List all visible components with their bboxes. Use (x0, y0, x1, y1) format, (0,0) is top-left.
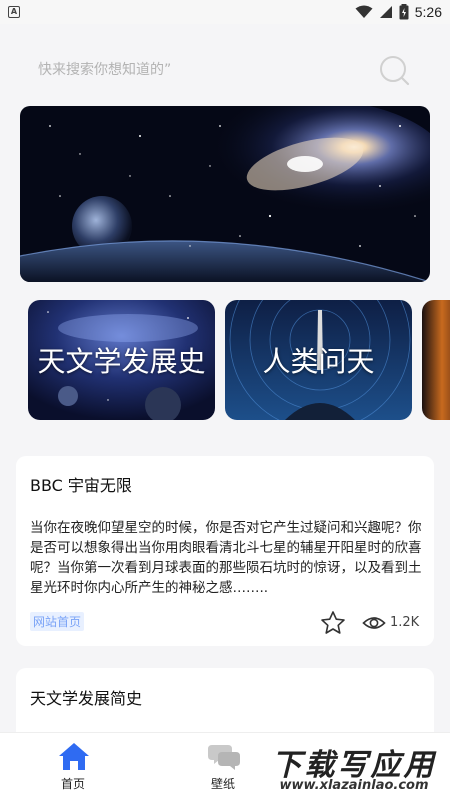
home-icon (59, 743, 89, 770)
search-icon[interactable] (378, 54, 410, 86)
nav-item-wallpaper[interactable]: 壁纸 (178, 733, 268, 800)
nav-label: 首页 (60, 777, 85, 791)
eye-icon (362, 617, 386, 629)
search-input[interactable] (38, 58, 338, 82)
article-title: BBC 宇宙无限 (30, 476, 132, 495)
status-bar: A 5:26 (0, 0, 450, 24)
source-tag[interactable]: 网站首页 (30, 612, 85, 631)
status-icons: 5:26 (355, 3, 442, 21)
nav-label: 壁纸 (210, 777, 235, 791)
wifi-icon (355, 5, 373, 18)
article-title: 天文学发展简史 (30, 689, 143, 708)
app-notification-icon: A (8, 6, 20, 18)
category-carousel[interactable]: 天文学发展史 人类问天 (28, 300, 450, 422)
watermark-logo: 下载写应用 www.xlazainlao.com (262, 738, 446, 800)
battery-icon (399, 4, 409, 20)
category-card-human-space[interactable]: 人类问天 (225, 300, 412, 420)
article-card[interactable]: BBC 宇宙无限 当你在夜晚仰望星空的时候，你是否对它产生过疑问和兴趣呢？你是否… (16, 456, 434, 646)
view-count: 1.2K (390, 615, 420, 630)
banner-galaxy-image[interactable] (20, 106, 430, 282)
category-card-astronomy-history[interactable]: 天文学发展史 (28, 300, 215, 420)
watermark-url: www.xlazainlao.com (279, 778, 429, 793)
article-excerpt: 当你在夜晚仰望星空的时候，你是否对它产生过疑问和兴趣呢？你是否可以想象得出当你用… (30, 520, 422, 596)
search-bar (0, 24, 450, 100)
category-card-label: 人类问天 (262, 345, 375, 378)
cellular-signal-icon (379, 6, 392, 18)
category-card-partial[interactable] (422, 300, 450, 420)
chat-bubbles-icon (208, 745, 240, 770)
clock: 5:26 (414, 4, 442, 20)
star-icon[interactable] (320, 610, 346, 636)
nav-item-home[interactable]: 首页 (28, 733, 118, 800)
category-card-label: 天文学发展史 (37, 345, 206, 378)
